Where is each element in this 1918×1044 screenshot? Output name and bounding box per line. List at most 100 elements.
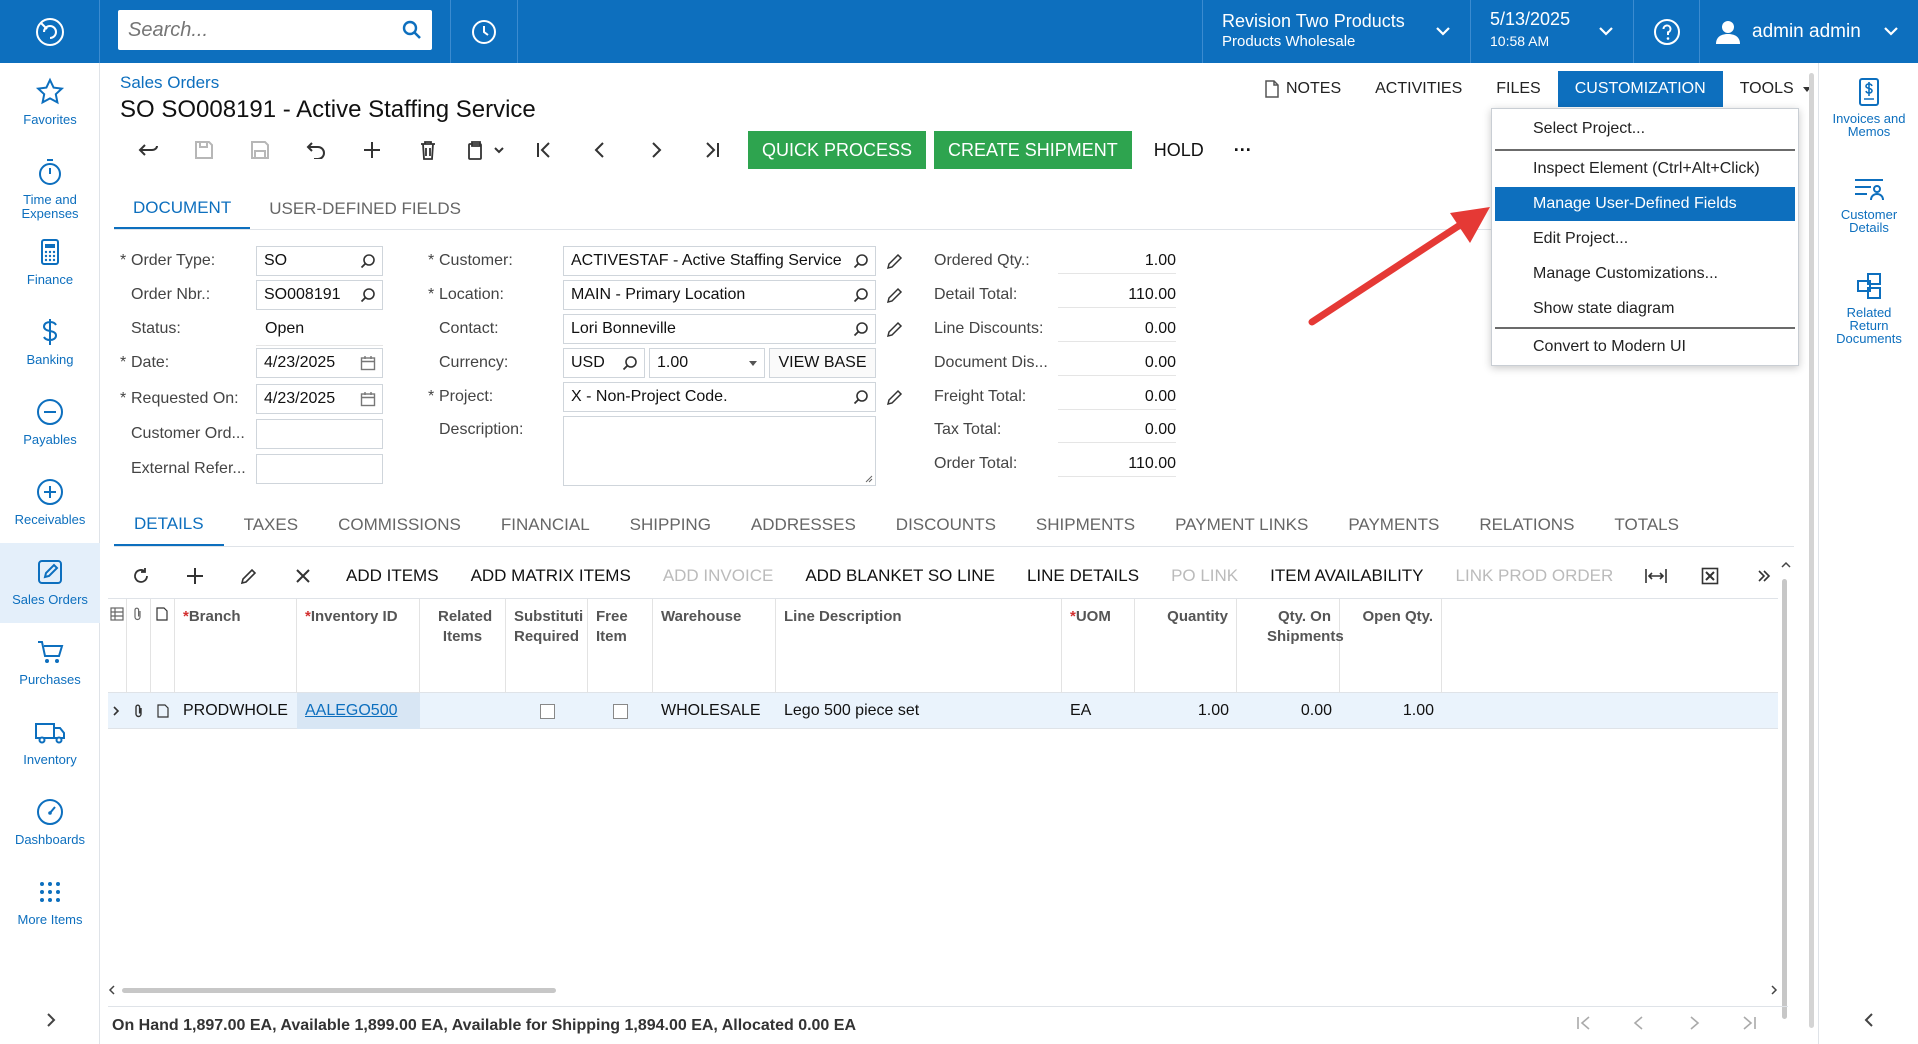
column-line-description[interactable]: Line Description xyxy=(776,599,1062,693)
order-type-field[interactable]: SO xyxy=(256,246,383,276)
qty-on-shipments-cell[interactable]: 0.00 xyxy=(1237,693,1340,729)
column-qty-on-shipments[interactable]: Qty. On Shipments xyxy=(1237,599,1344,693)
tab-payment-links[interactable]: PAYMENT LINKS xyxy=(1155,503,1328,547)
horizontal-scrollbar[interactable] xyxy=(108,985,1778,995)
tab-addresses[interactable]: ADDRESSES xyxy=(731,503,876,547)
column-free-item[interactable]: Free Item xyxy=(588,599,653,693)
substitute-required-checkbox[interactable] xyxy=(539,703,555,719)
column-branch[interactable]: *Branch xyxy=(175,599,297,693)
nav-banking[interactable]: Banking xyxy=(0,303,100,383)
first-page-icon[interactable] xyxy=(1556,1015,1611,1031)
scrollbar-thumb[interactable] xyxy=(1809,73,1814,1028)
column-quantity[interactable]: Quantity xyxy=(1135,599,1237,693)
tab-shipping[interactable]: SHIPPING xyxy=(610,503,731,547)
project-field[interactable]: X - Non-Project Code. xyxy=(563,382,876,412)
add-invoice-button[interactable]: ADD INVOICE xyxy=(647,555,790,597)
free-item-cell[interactable] xyxy=(588,693,653,729)
lookup-icon[interactable] xyxy=(853,287,869,303)
column-inventory-id[interactable]: *Inventory ID xyxy=(297,599,420,693)
menu-edit-project[interactable]: Edit Project... xyxy=(1495,222,1795,256)
date-field[interactable]: 4/23/2025 xyxy=(256,348,383,378)
nav-more-items[interactable]: More Items xyxy=(0,863,100,943)
menu-convert-to-modern-ui[interactable]: Convert to Modern UI xyxy=(1495,330,1795,364)
tab-discounts[interactable]: DISCOUNTS xyxy=(876,503,1016,547)
add-matrix-items-button[interactable]: ADD MATRIX ITEMS xyxy=(455,555,647,597)
inventory-id-cell[interactable]: AALEGO500 xyxy=(297,693,420,729)
fit-columns-button[interactable] xyxy=(1629,555,1683,597)
edit-row-button[interactable] xyxy=(222,555,276,597)
customization-link[interactable]: CUSTOMIZATION xyxy=(1557,71,1723,107)
menu-manage-user-defined-fields[interactable]: Manage User-Defined Fields xyxy=(1495,187,1795,221)
tab-shipments[interactable]: SHIPMENTS xyxy=(1016,503,1155,547)
open-qty-cell[interactable]: 1.00 xyxy=(1340,693,1442,729)
page-scrollbar[interactable] xyxy=(1806,63,1816,1044)
scroll-right-icon[interactable] xyxy=(1770,985,1778,995)
previous-record-button[interactable] xyxy=(572,130,628,170)
help-button[interactable] xyxy=(1633,0,1699,63)
scrollbar-thumb[interactable] xyxy=(1782,579,1787,1019)
nav-payables[interactable]: Payables xyxy=(0,383,100,463)
customer-field[interactable]: ACTIVESTAF - Active Staffing Service xyxy=(563,246,876,276)
side-invoices-and-memos[interactable]: Invoices and Memos xyxy=(1819,77,1918,138)
scroll-left-icon[interactable] xyxy=(108,985,116,995)
tab-commissions[interactable]: COMMISSIONS xyxy=(318,503,481,547)
expand-nav-icon[interactable] xyxy=(44,1012,58,1028)
delete-button[interactable] xyxy=(400,130,456,170)
line-details-button[interactable]: LINE DETAILS xyxy=(1011,555,1155,597)
lookup-icon[interactable] xyxy=(853,253,869,269)
nav-finance[interactable]: Finance xyxy=(0,223,100,303)
user-menu[interactable]: admin admin xyxy=(1699,0,1918,63)
nav-inventory[interactable]: Inventory xyxy=(0,703,100,783)
nav-receivables[interactable]: Receivables xyxy=(0,463,100,543)
tab-taxes[interactable]: TAXES xyxy=(224,503,318,547)
more-actions-button[interactable]: ··· xyxy=(1226,131,1260,169)
lookup-icon[interactable] xyxy=(853,389,869,405)
side-customer-details[interactable]: Customer Details xyxy=(1819,175,1918,234)
tab-relations[interactable]: RELATIONS xyxy=(1459,503,1594,547)
hold-button[interactable]: HOLD xyxy=(1132,131,1226,169)
column-selector-header[interactable] xyxy=(108,599,127,693)
save-close-button[interactable] xyxy=(176,130,232,170)
view-base-button[interactable]: VIEW BASE xyxy=(769,348,876,378)
warehouse-cell[interactable]: WHOLESALE xyxy=(653,693,776,729)
currency-rate-field[interactable]: 1.00 xyxy=(649,348,765,378)
expand-row-icon[interactable] xyxy=(108,693,127,729)
business-date-selector[interactable]: 5/13/2025 10:58 AM xyxy=(1470,0,1633,63)
column-open-qty[interactable]: Open Qty. xyxy=(1340,599,1442,693)
tab-financial[interactable]: FINANCIAL xyxy=(481,503,610,547)
add-row-button[interactable] xyxy=(168,555,222,597)
logo-icon[interactable] xyxy=(0,0,100,63)
edit-customer-icon[interactable] xyxy=(886,252,904,270)
export-excel-button[interactable] xyxy=(1683,555,1737,597)
breadcrumb[interactable]: Sales Orders xyxy=(120,73,219,93)
nav-time-and-expenses[interactable]: Time and Expenses xyxy=(0,143,100,223)
add-button[interactable] xyxy=(344,130,400,170)
column-related-items[interactable]: Related Items xyxy=(420,599,506,693)
last-record-button[interactable] xyxy=(684,130,740,170)
next-page-icon[interactable] xyxy=(1666,1015,1721,1031)
lookup-icon[interactable] xyxy=(360,287,376,303)
column-uom[interactable]: *UOM xyxy=(1062,599,1135,693)
scroll-up-icon[interactable] xyxy=(1781,561,1791,569)
refresh-button[interactable] xyxy=(114,555,168,597)
tab-payments[interactable]: PAYMENTS xyxy=(1328,503,1459,547)
external-ref-field[interactable] xyxy=(256,454,383,484)
edit-project-icon[interactable] xyxy=(886,388,904,406)
save-button[interactable] xyxy=(232,130,288,170)
paperclip-icon[interactable] xyxy=(127,693,151,729)
table-row[interactable]: PRODWHOLE AALEGO500 WHOLESALE Lego 500 p… xyxy=(108,693,1778,729)
substitute-required-cell[interactable] xyxy=(506,693,588,729)
calendar-icon[interactable] xyxy=(360,355,376,371)
note-icon[interactable] xyxy=(151,693,175,729)
quick-process-button[interactable]: QUICK PROCESS xyxy=(748,131,927,169)
link-prod-order-button[interactable]: LINK PROD ORDER xyxy=(1440,555,1630,597)
delete-row-button[interactable] xyxy=(276,555,330,597)
company-branch-selector[interactable]: Revision Two Products Products Wholesale xyxy=(1202,0,1470,63)
line-description-cell[interactable]: Lego 500 piece set xyxy=(776,693,1062,729)
last-page-icon[interactable] xyxy=(1721,1015,1776,1031)
edit-location-icon[interactable] xyxy=(886,286,904,304)
lookup-icon[interactable] xyxy=(853,321,869,337)
quantity-cell[interactable]: 1.00 xyxy=(1135,693,1237,729)
scrollbar-thumb[interactable] xyxy=(122,988,556,993)
nav-favorites[interactable]: Favorites xyxy=(0,63,100,143)
